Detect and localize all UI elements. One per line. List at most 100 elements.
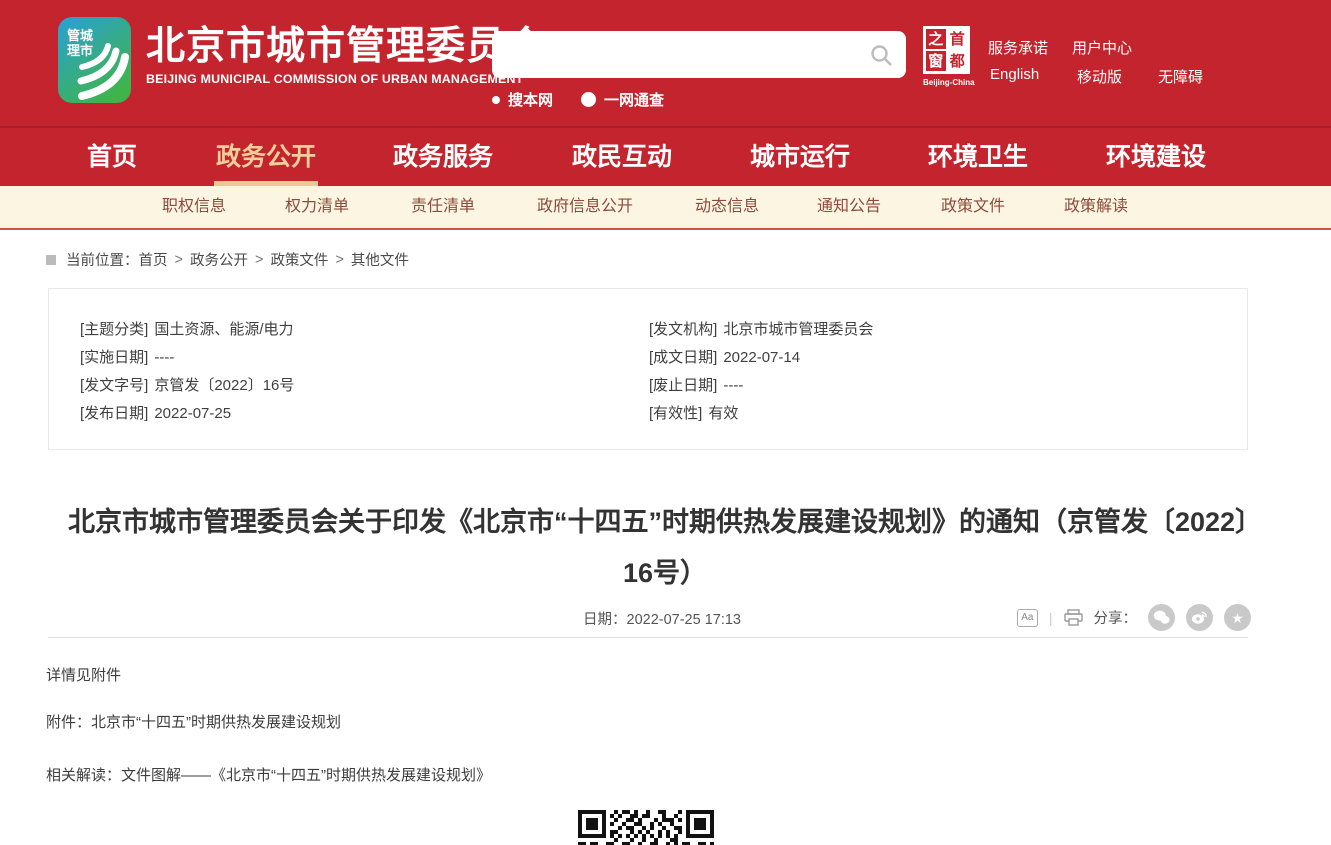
subnav-dynamic-info[interactable]: 动态信息 (695, 186, 759, 228)
nav-gov-disclosure[interactable]: 政务公开 (216, 128, 316, 186)
meta-row-issuing-agency: [发文机构] 北京市城市管理委员会 (649, 316, 873, 344)
site-logo[interactable]: 管城 理市 (58, 17, 131, 103)
site-brand[interactable]: 北京市城市管理委员会 BEIJING MUNICIPAL COMMISSION … (146, 25, 546, 86)
star-icon: ★ (1231, 611, 1244, 625)
meta-value: 北京市城市管理委员会 (723, 321, 873, 338)
meta-label: [发文字号] (80, 377, 148, 394)
radio-selected-icon (492, 96, 500, 104)
document-meta-box: [主题分类]国土资源、能源/电力 [实施日期] ---- [发文字号] 京管发〔20… (48, 288, 1248, 450)
header-bar: 管城 理市 北京市城市管理委员会 BEIJING MUNICIPAL COMMI… (0, 0, 1331, 126)
search-area: 搜本网 一网通查 (492, 31, 906, 110)
capital-window-grid: 之 首 窗 都 (923, 26, 970, 74)
sub-nav: 职权信息 权力清单 责任清单 政府信息公开 动态信息 通知公告 政策文件 政策解… (0, 186, 1331, 230)
weibo-share-icon[interactable] (1186, 604, 1213, 631)
attachment-label: 附件： (46, 714, 91, 731)
meta-label: [废止日期] (649, 377, 717, 394)
link-mobile[interactable]: 移动版 (1077, 66, 1122, 87)
subnav-gov-info-disclosure[interactable]: 政府信息公开 (537, 186, 633, 228)
meta-label: [发文机构] (649, 321, 717, 338)
meta-row-written-date: [成文日期] 2022-07-14 (649, 344, 873, 372)
breadcrumb-other-documents[interactable]: 其他文件 (351, 249, 409, 270)
meta-value: 2022-07-25 (154, 405, 231, 422)
meta-row-repeal-date: [废止日期] ---- (649, 372, 873, 400)
nav-city-operation[interactable]: 城市运行 (750, 128, 850, 186)
search-icon[interactable] (870, 44, 893, 72)
capital-char: 之 (925, 28, 947, 50)
breadcrumb-gov-disclosure[interactable]: 政务公开 (190, 249, 248, 270)
subnav-policy-documents[interactable]: 政策文件 (941, 186, 1005, 228)
meta-row-publish-date: [发布日期] 2022-07-25 (80, 400, 294, 428)
meta-row-doc-number: [发文字号] 京管发〔2022〕16号 (80, 372, 294, 400)
meta-row-topic: [主题分类]国土资源、能源/电力 (80, 316, 294, 344)
scope-site-radio[interactable]: 搜本网 (492, 89, 553, 110)
capital-char: 都 (947, 50, 969, 72)
share-cluster: Aa | 分享： (1017, 604, 1251, 631)
capital-char: 窗 (925, 50, 947, 72)
search-scope-options: 搜本网 一网通查 (492, 89, 906, 110)
meta-label: [主题分类] (80, 321, 148, 338)
qr-code (578, 810, 714, 845)
qzone-share-icon[interactable]: ★ (1224, 604, 1251, 631)
meta-right-column: [发文机构] 北京市城市管理委员会 [成文日期] 2022-07-14 [废止日期]… (649, 316, 873, 428)
attachment-line: 附件：北京市“十四五”时期供热发展建设规划 (46, 711, 341, 732)
page: 管城 理市 北京市城市管理委员会 BEIJING MUNICIPAL COMMI… (0, 0, 1331, 845)
print-icon[interactable] (1064, 609, 1083, 626)
attachment-link[interactable]: 北京市“十四五”时期供热发展建设规划 (91, 714, 341, 731)
subnav-responsibility-list[interactable]: 责任清单 (411, 186, 475, 228)
subnav-notices[interactable]: 通知公告 (817, 186, 881, 228)
breadcrumb-square-icon (46, 255, 56, 265)
radio-icon (581, 92, 596, 107)
meta-value: 有效 (708, 405, 738, 422)
nav-sanitation[interactable]: 环境卫生 (928, 128, 1028, 186)
link-service-promise[interactable]: 服务承诺 (988, 37, 1048, 58)
font-size-button[interactable]: Aa (1017, 609, 1038, 627)
meta-label: [实施日期] (80, 349, 148, 366)
subnav-policy-interpretation[interactable]: 政策解读 (1064, 186, 1128, 228)
scope-network-radio[interactable]: 一网通查 (581, 89, 664, 110)
capital-window-caption: Beijing-China (923, 78, 973, 87)
divider-icon: | (1049, 610, 1053, 626)
meta-value: 2022-07-14 (723, 349, 800, 366)
related-interpretation-link[interactable]: 文件图解——《北京市“十四五”时期供热发展建设规划》 (121, 767, 491, 784)
link-english[interactable]: English (990, 66, 1039, 83)
svg-text:管城: 管城 (67, 28, 93, 43)
meta-label: [有效性] (649, 405, 702, 422)
wechat-share-icon[interactable] (1148, 604, 1175, 631)
scope-site-label: 搜本网 (508, 89, 553, 110)
meta-value: ---- (723, 377, 743, 394)
meta-left-column: [主题分类]国土资源、能源/电力 [实施日期] ---- [发文字号] 京管发〔20… (80, 316, 294, 428)
breadcrumb-separator: > (335, 252, 343, 268)
main-nav: 首页 政务公开 政务服务 政民互动 城市运行 环境卫生 环境建设 (0, 126, 1331, 186)
breadcrumb-policy-documents[interactable]: 政策文件 (270, 249, 328, 270)
link-accessibility[interactable]: 无障碍 (1158, 66, 1203, 87)
nav-home[interactable]: 首页 (87, 128, 137, 186)
article-date: 日期：2022-07-25 17:13 (583, 608, 741, 629)
site-subtitle: BEIJING MUNICIPAL COMMISSION OF URBAN MA… (146, 72, 546, 86)
nav-gov-services[interactable]: 政务服务 (393, 128, 493, 186)
svg-text:理市: 理市 (67, 43, 93, 58)
share-label: 分享： (1094, 607, 1138, 628)
article-title: 北京市城市管理委员会关于印发《北京市“十四五”时期供热发展建设规划》的通知（京管… (65, 497, 1265, 599)
breadcrumb-separator: > (175, 252, 183, 268)
capital-window-logo[interactable]: 之 首 窗 都 Beijing-China (923, 26, 973, 87)
meta-value: ---- (154, 349, 174, 366)
meta-value: 京管发〔2022〕16号 (154, 377, 294, 394)
subnav-authority-info[interactable]: 职权信息 (162, 186, 226, 228)
meta-row-implement-date: [实施日期] ---- (80, 344, 294, 372)
breadcrumb-prefix: 当前位置： (66, 249, 139, 270)
nav-interaction[interactable]: 政民互动 (572, 128, 672, 186)
link-user-center[interactable]: 用户中心 (1072, 37, 1132, 58)
breadcrumb: 当前位置： 首页 > 政务公开 > 政策文件 > 其他文件 (46, 249, 409, 270)
date-value: 2022-07-25 17:13 (627, 612, 742, 628)
meta-label: [成文日期] (649, 349, 717, 366)
search-input[interactable] (492, 31, 906, 78)
subnav-power-list[interactable]: 权力清单 (285, 186, 349, 228)
breadcrumb-home[interactable]: 首页 (139, 249, 168, 270)
date-label: 日期： (583, 612, 627, 628)
scope-network-label: 一网通查 (604, 89, 664, 110)
meta-label: [发布日期] (80, 405, 148, 422)
logo-icon: 管城 理市 (58, 17, 131, 103)
site-title: 北京市城市管理委员会 (146, 25, 546, 69)
nav-env-construction[interactable]: 环境建设 (1106, 128, 1206, 186)
related-label: 相关解读： (46, 767, 121, 784)
